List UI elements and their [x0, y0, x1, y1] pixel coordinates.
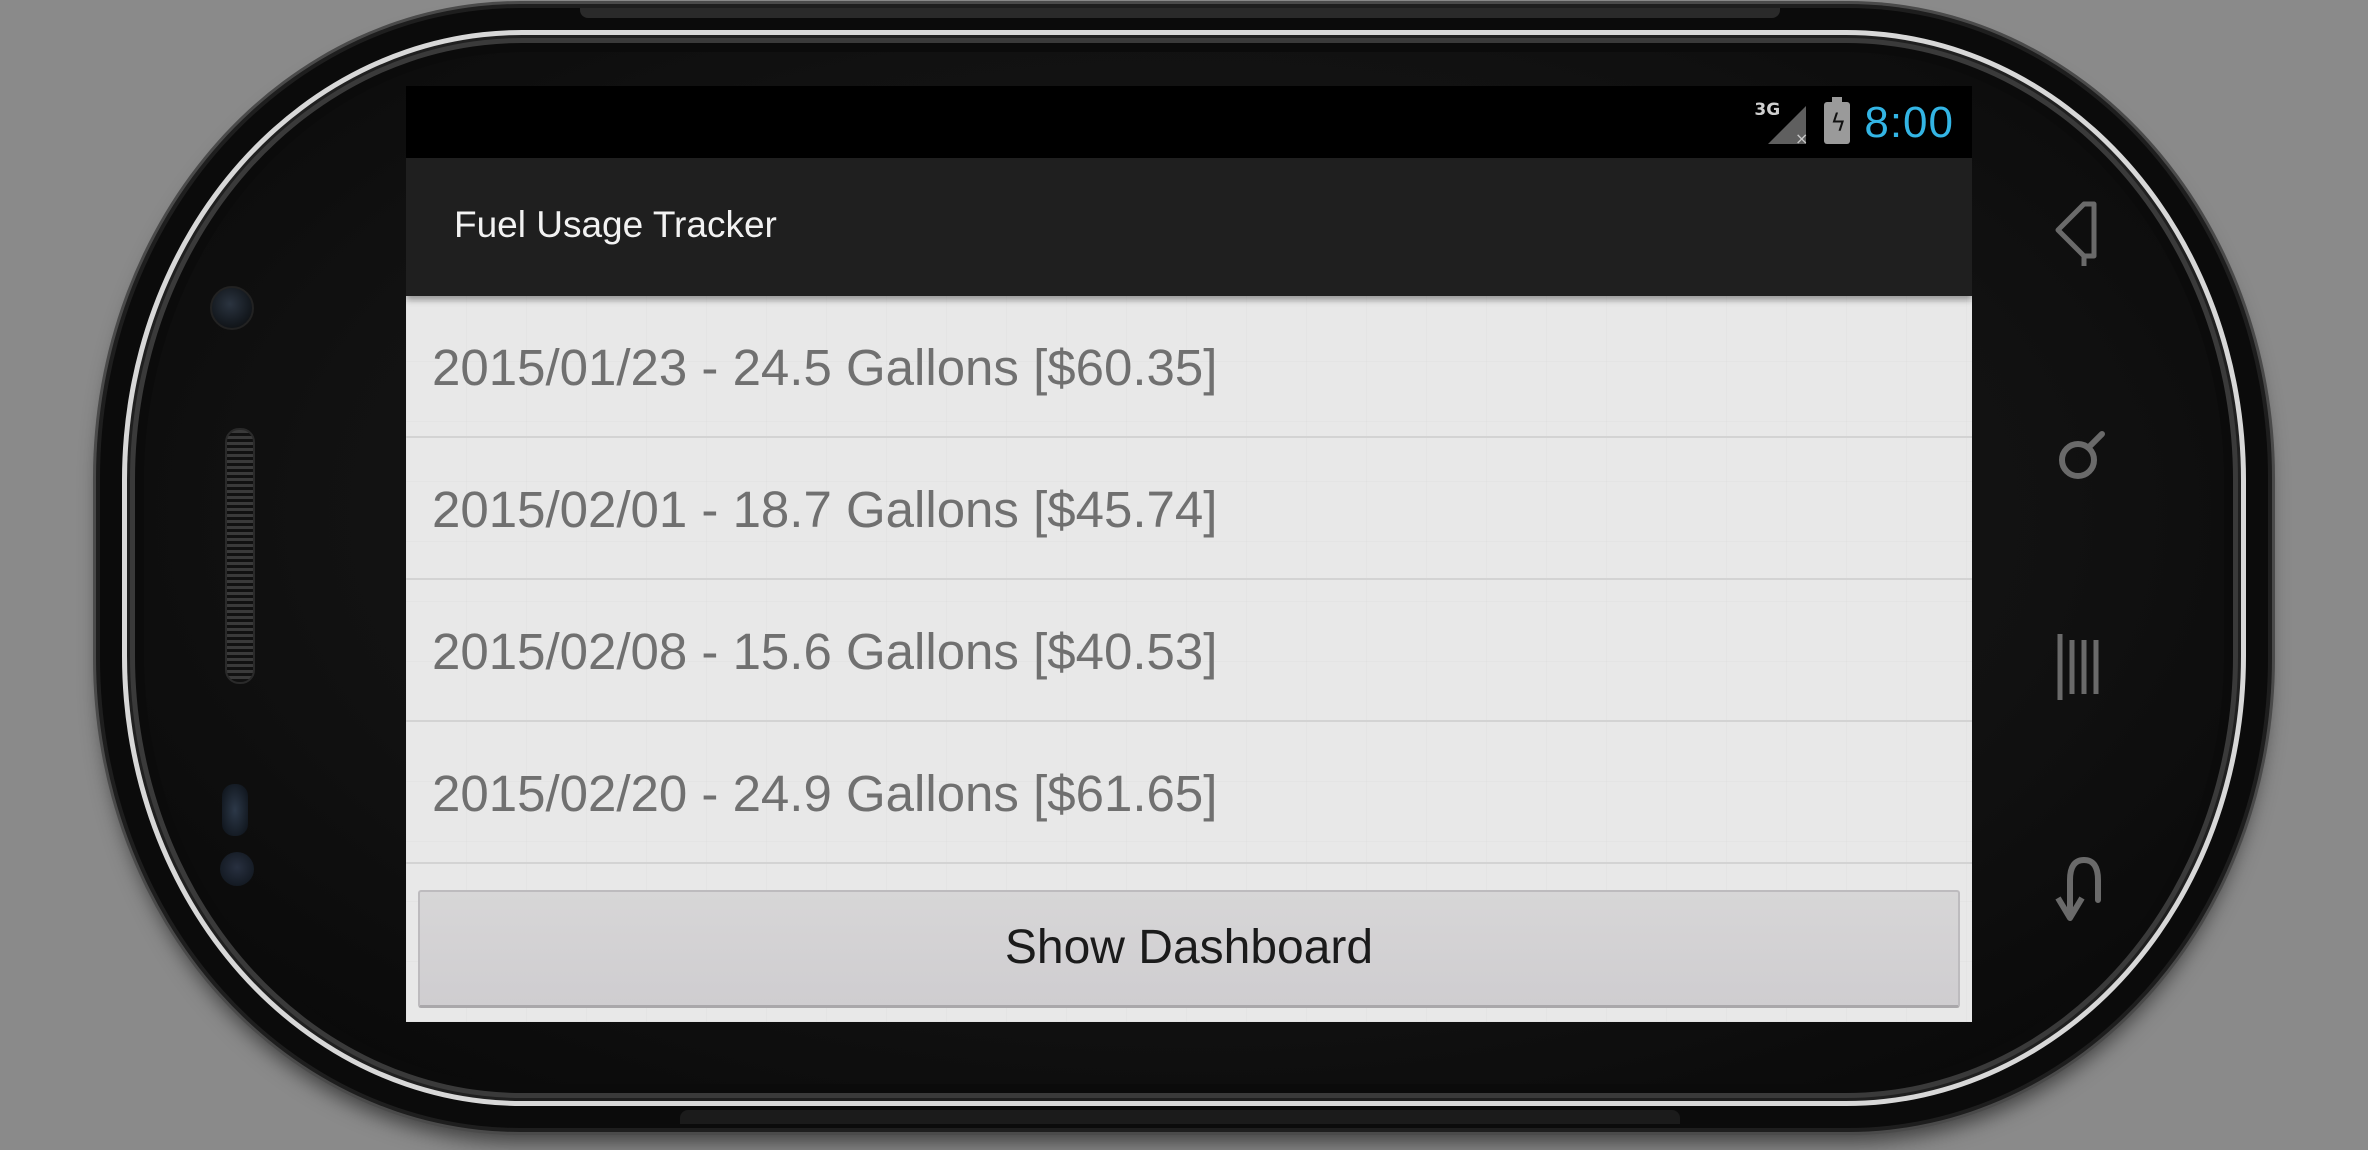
proximity-sensor-icon	[222, 784, 248, 836]
show-dashboard-button[interactable]: Show Dashboard	[418, 890, 1960, 1008]
fuel-entry-item[interactable]: 2015/02/20 - 24.9 Gallons [$61.65]	[406, 722, 1972, 864]
fuel-entry-label: 2015/02/20 - 24.9 Gallons [$61.65]	[432, 765, 1218, 822]
device-screen: 3G × ϟ 8:00 Fuel Usage Tracker 2015/01/2…	[406, 86, 1972, 1022]
search-icon[interactable]	[2040, 414, 2120, 494]
light-sensor-icon	[220, 852, 254, 886]
fuel-entry-item[interactable]: 2015/02/01 - 18.7 Gallons [$45.74]	[406, 438, 1972, 580]
charging-bolt-icon: ϟ	[1830, 109, 1847, 137]
fuel-entry-label: 2015/02/01 - 18.7 Gallons [$45.74]	[432, 481, 1218, 538]
status-clock: 8:00	[1864, 98, 1954, 147]
status-bar: 3G × ϟ 8:00	[406, 86, 1972, 158]
home-icon[interactable]	[2040, 192, 2120, 272]
signal-no-service-icon: 3G ×	[1754, 100, 1810, 148]
phone-bottom-edge	[680, 1110, 1680, 1124]
app-title: Fuel Usage Tracker	[454, 204, 777, 245]
fuel-entry-list[interactable]: 2015/01/23 - 24.5 Gallons [$60.35] 2015/…	[406, 296, 1972, 864]
back-icon[interactable]	[2040, 846, 2120, 926]
fuel-entry-item[interactable]: 2015/01/23 - 24.5 Gallons [$60.35]	[406, 296, 1972, 438]
menu-icon[interactable]	[2040, 624, 2120, 704]
earpiece-speaker-icon	[225, 428, 255, 684]
front-camera-icon	[210, 286, 254, 330]
no-signal-x-icon: ×	[1794, 129, 1809, 148]
action-bar: Fuel Usage Tracker	[406, 158, 1972, 296]
status-icons: 3G × ϟ 8:00	[1754, 96, 1954, 150]
emulator-stage: 3G × ϟ 8:00 Fuel Usage Tracker 2015/01/2…	[0, 0, 2368, 1150]
fuel-entry-item[interactable]: 2015/02/08 - 15.6 Gallons [$40.53]	[406, 580, 1972, 722]
phone-top-edge	[580, 8, 1780, 18]
fuel-entry-label: 2015/01/23 - 24.5 Gallons [$60.35]	[432, 339, 1218, 396]
fuel-entry-label: 2015/02/08 - 15.6 Gallons [$40.53]	[432, 623, 1218, 680]
battery-charging-icon: ϟ	[1824, 97, 1851, 144]
fuel-entry-content: 2015/01/23 - 24.5 Gallons [$60.35] 2015/…	[406, 296, 1972, 1022]
